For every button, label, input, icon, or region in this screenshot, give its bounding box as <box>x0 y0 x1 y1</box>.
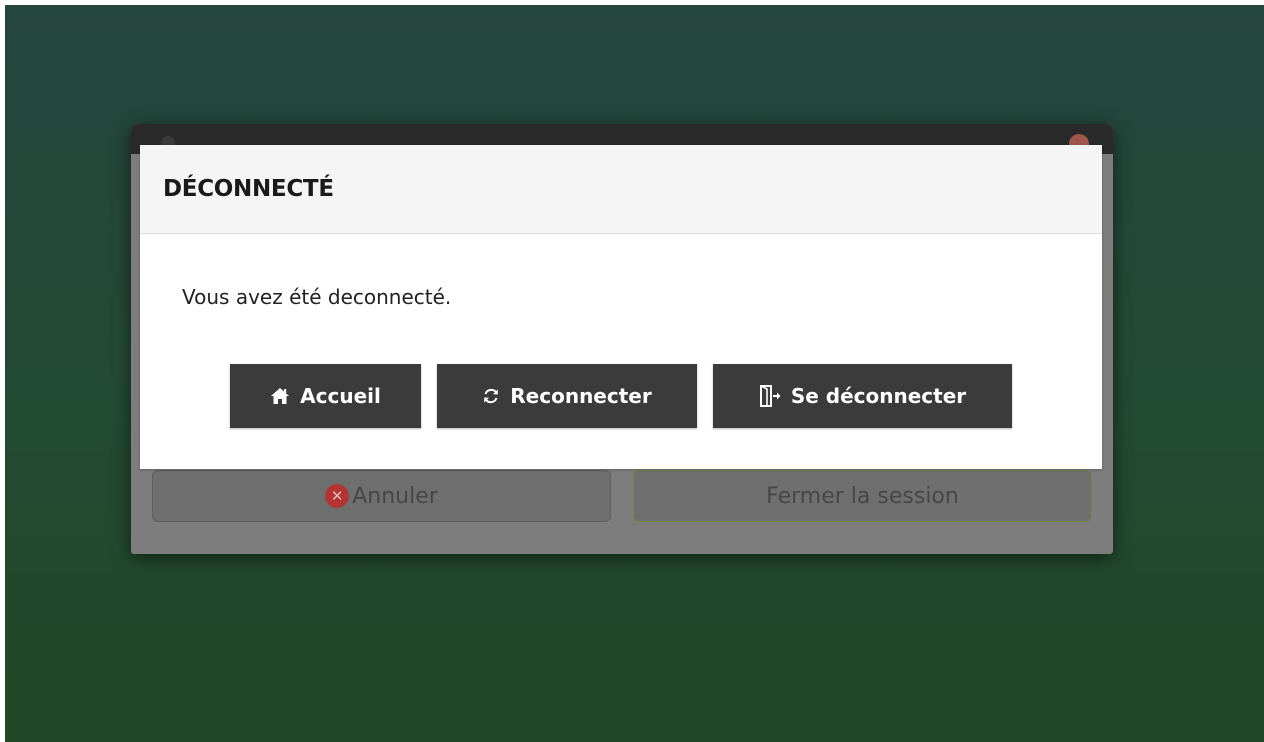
cancel-icon: ✕ <box>325 484 350 508</box>
sign-out-button-label: Se déconnecter <box>790 384 967 408</box>
home-button[interactable]: Accueil <box>230 364 421 428</box>
disconnected-modal: DÉCONNECTÉ Vous avez été deconnecté. Acc… <box>140 145 1102 469</box>
modal-title: DÉCONNECTÉ <box>163 176 334 202</box>
cancel-button-label: Annuler <box>352 483 438 509</box>
refresh-icon <box>482 387 500 405</box>
close-session-button-label: Fermer la session <box>766 483 959 509</box>
reconnect-button[interactable]: Reconnecter <box>437 364 697 428</box>
reconnect-button-label: Reconnecter <box>510 384 652 408</box>
modal-header: DÉCONNECTÉ <box>140 145 1102 234</box>
home-icon <box>270 387 290 405</box>
close-session-button[interactable]: Fermer la session <box>633 470 1092 522</box>
cancel-button[interactable]: ✕ Annuler <box>152 470 611 522</box>
sign-out-button[interactable]: Se déconnecter <box>713 364 1012 428</box>
sign-out-icon <box>759 385 781 407</box>
home-button-label: Accueil <box>300 384 381 408</box>
modal-message: Vous avez été deconnecté. <box>182 285 452 309</box>
desktop-background: ✕ Annuler Fermer la session DÉCONNECTÉ V… <box>5 5 1264 742</box>
